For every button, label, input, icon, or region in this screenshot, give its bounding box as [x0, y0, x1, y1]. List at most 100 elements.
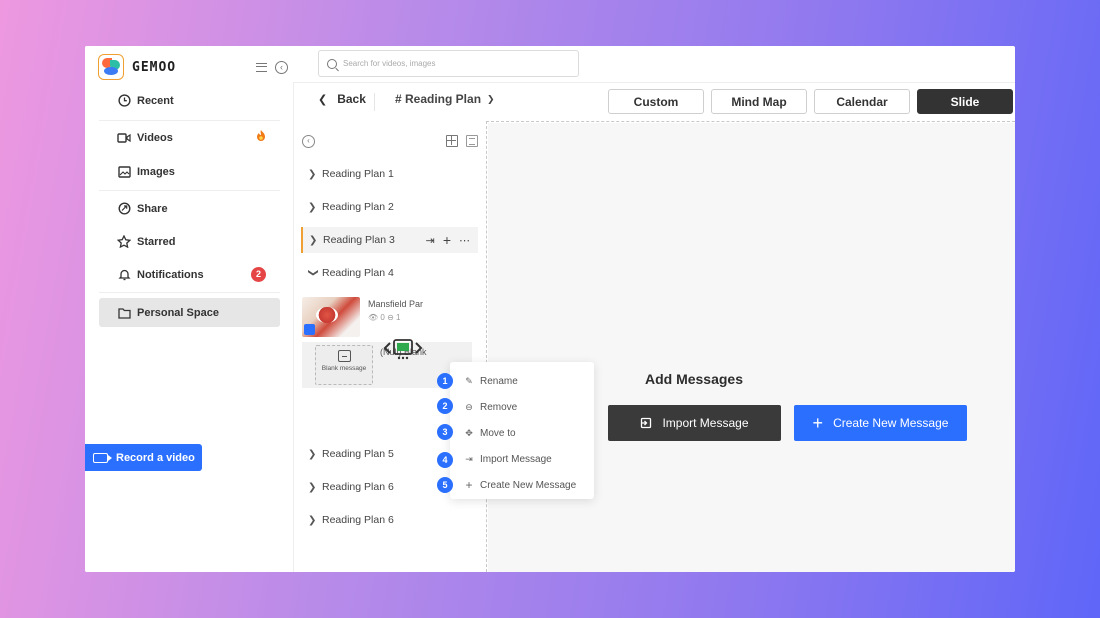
tab-calendar[interactable]: Calendar	[814, 89, 910, 114]
tree-tools: ‹	[302, 135, 480, 149]
plus-icon[interactable]: +	[443, 232, 451, 248]
message-stats: 👁 0 ⊖ 1	[368, 313, 423, 322]
divider	[99, 190, 280, 191]
clock-icon	[117, 94, 131, 108]
menu-icon[interactable]	[256, 62, 267, 72]
sidebar-item-personal-space[interactable]: Personal Space	[99, 298, 280, 327]
menu-label: Create New Message	[480, 479, 577, 491]
create-label: Create New Message	[833, 416, 949, 430]
plan-title: Reading Plan 6	[322, 514, 394, 526]
step-marker: 2	[437, 398, 453, 414]
collapse-sidebar-icon[interactable]: ‹	[275, 60, 288, 74]
divider	[99, 120, 280, 121]
sidebar-item-label: Personal Space	[137, 306, 219, 319]
notification-count-badge: 2	[251, 267, 266, 282]
sidebar-item-label: Videos	[137, 131, 173, 144]
menu-label: Rename	[480, 375, 518, 387]
bell-icon	[117, 268, 131, 282]
plan-title: Reading Plan 5	[322, 448, 394, 460]
tree-item-reading-plan-2[interactable]: ❯ Reading Plan 2	[302, 194, 478, 220]
chevron-right-icon: ❯	[309, 234, 318, 246]
image-icon	[117, 165, 131, 179]
tab-mind-map[interactable]: Mind Map	[711, 89, 807, 114]
fire-icon	[254, 129, 268, 146]
import-label: Import Message	[662, 416, 749, 430]
sidebar-item-label: Share	[137, 202, 168, 215]
sidebar-item-recent[interactable]: Recent	[99, 86, 280, 115]
import-message-button[interactable]: Import Message	[608, 405, 781, 441]
more-icon[interactable]: ⋯	[459, 234, 470, 247]
plus-icon: +	[812, 413, 824, 433]
tree-item-reading-plan-6b[interactable]: ❯ Reading Plan 6	[302, 507, 478, 533]
step-marker: 4	[437, 452, 453, 468]
chevron-left-icon: ❮	[318, 93, 328, 106]
slide-canvas	[488, 123, 1015, 572]
comment-icon: ⊖	[387, 313, 394, 322]
gemoo-logo-icon	[98, 54, 124, 80]
chevron-down-icon: ❯	[487, 93, 495, 104]
menu-label: Move to	[480, 427, 516, 439]
tree-item-reading-plan-1[interactable]: ❯ Reading Plan 1	[302, 161, 478, 187]
edit-icon: ✎	[465, 375, 473, 386]
plan-title: Reading Plan 6	[322, 481, 394, 493]
collapse-panel-icon[interactable]: ‹	[302, 135, 315, 148]
divider	[99, 292, 280, 293]
search-input[interactable]	[343, 59, 563, 68]
grid-view-icon[interactable]	[446, 135, 458, 147]
chevron-down-icon: ❯	[307, 268, 319, 277]
tab-label: Custom	[633, 94, 679, 109]
sidebar-item-label: Recent	[137, 94, 174, 107]
sidebar-item-images[interactable]: Images	[99, 157, 280, 186]
plan-title: Reading Plan 2	[322, 201, 394, 213]
search-box[interactable]	[318, 50, 579, 77]
create-new-message-button[interactable]: + Create New Message	[794, 405, 967, 441]
plan-title: Reading Plan 1	[322, 168, 394, 180]
menu-item-create-new-message[interactable]: + Create New Message	[450, 472, 594, 498]
menu-item-remove[interactable]: ⊖ Remove	[450, 394, 594, 420]
logo-row: GEMOO ‹	[98, 52, 288, 82]
sidebar-item-label: Notifications	[137, 268, 204, 281]
blank-message-icon	[337, 350, 351, 362]
menu-item-move-to[interactable]: ✥ Move to	[450, 420, 594, 446]
plus-icon: +	[465, 478, 473, 492]
comment-count: 1	[396, 313, 401, 322]
menu-item-import-message[interactable]: ⇥ Import Message	[450, 446, 594, 472]
chevron-right-icon: ❯	[308, 514, 317, 526]
menu-item-rename[interactable]: ✎ Rename	[450, 368, 594, 394]
record-video-button[interactable]: Record a video	[85, 444, 202, 471]
import-icon[interactable]: ⇥	[426, 234, 435, 247]
message-title: Mansfield Par	[368, 299, 424, 309]
divider	[374, 93, 375, 111]
search-icon	[327, 58, 337, 69]
canvas-border	[486, 121, 1015, 122]
remove-icon: ⊖	[465, 401, 473, 412]
folder-icon	[117, 306, 131, 320]
camera-icon	[93, 452, 112, 463]
back-button[interactable]: ❮ Back	[318, 92, 366, 106]
plan-title: Reading Plan 4	[322, 267, 394, 279]
tab-slide[interactable]: Slide	[917, 89, 1013, 114]
import-icon	[641, 417, 652, 429]
eye-icon: 👁	[368, 313, 379, 322]
message-thumbnail	[302, 297, 360, 337]
video-badge-icon	[304, 324, 315, 335]
tree-item-reading-plan-3[interactable]: ❯ Reading Plan 3 ⇥ + ⋯	[301, 227, 478, 253]
record-label: Record a video	[116, 451, 195, 464]
blank-label: Blank message	[321, 365, 367, 372]
sidebar-item-label: Images	[137, 165, 175, 178]
back-label: Back	[337, 92, 366, 106]
plan-dropdown[interactable]: # Reading Plan ❯	[395, 92, 495, 106]
tab-label: Slide	[950, 94, 980, 109]
panel-divider[interactable]	[486, 121, 487, 572]
chevron-right-icon: ❯	[308, 201, 317, 213]
tab-custom[interactable]: Custom	[608, 89, 704, 114]
list-view-icon[interactable]	[466, 135, 478, 147]
sidebar-item-share[interactable]: Share	[99, 194, 280, 223]
tree-item-reading-plan-4[interactable]: ❯ Reading Plan 4	[302, 260, 478, 286]
sidebar-item-notifications[interactable]: Notifications 2	[99, 260, 280, 289]
sidebar-item-starred[interactable]: Starred	[99, 227, 280, 256]
sidebar-item-videos[interactable]: Videos	[99, 123, 280, 152]
context-menu: ✎ Rename ⊖ Remove ✥ Move to ⇥ Import Mes…	[450, 362, 594, 499]
plan-label: # Reading Plan	[395, 92, 482, 106]
chevron-right-icon: ❯	[308, 448, 317, 460]
